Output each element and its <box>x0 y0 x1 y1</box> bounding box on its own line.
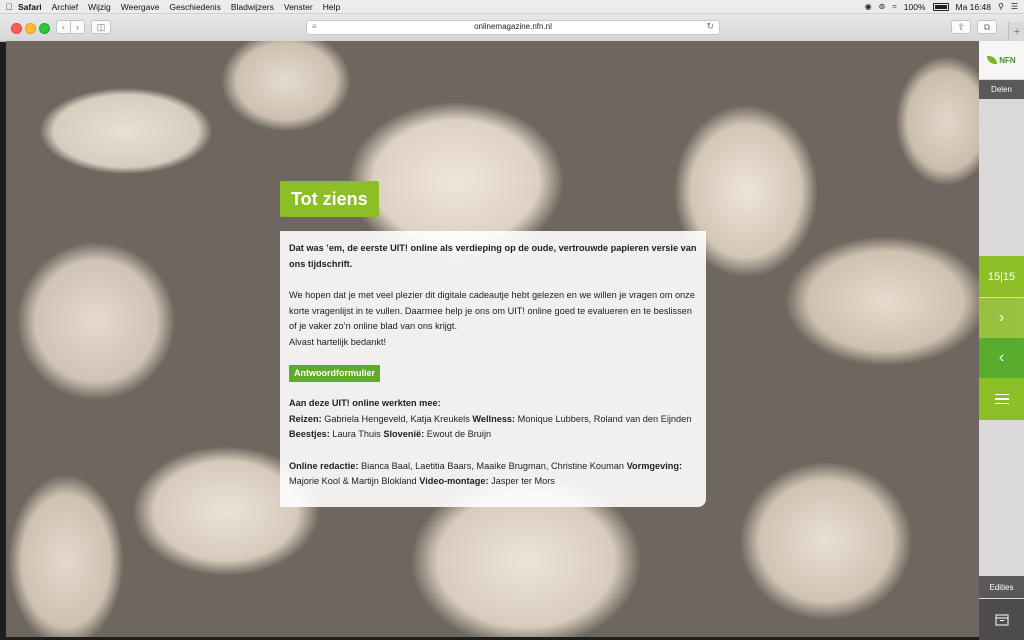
page-title: Tot ziens <box>280 181 379 217</box>
apple-menu-icon[interactable]:  <box>0 2 18 12</box>
credit-label: Online redactie: <box>289 460 359 471</box>
credit-names: Laura Thuis <box>332 429 381 439</box>
content-panel: Dat was ’em, de eerste UIT! online als v… <box>280 231 706 507</box>
chevron-left-icon: ‹ <box>62 22 65 32</box>
credits-online: Online redactie: Bianca Baal, Laetitia B… <box>289 459 697 490</box>
magazine-sidebar: NFN Delen 15|15 › ‹ Edities <box>979 41 1024 640</box>
archive-button[interactable] <box>979 599 1024 640</box>
magazine-page: Tot ziens Dat was ’em, de eerste UIT! on… <box>6 41 979 637</box>
menu-safari[interactable]: Safari <box>18 2 42 12</box>
menu-bar:  Safari Archief Wijzig Weergave Geschie… <box>0 0 1024 14</box>
wifi-icon[interactable]: ≈ <box>892 2 896 11</box>
credit-label: Vormgeving: <box>626 460 683 471</box>
show-sidebar-button[interactable]: ◫ <box>91 20 111 34</box>
back-button[interactable]: ‹ <box>56 20 71 34</box>
chevron-left-icon: ‹ <box>998 349 1005 366</box>
credits-heading: Aan deze UIT! online werkten mee: <box>289 398 441 408</box>
tabs-overview-icon: ⧉ <box>983 21 991 32</box>
chevron-right-icon: › <box>998 309 1005 326</box>
credit-label: Wellness: <box>472 413 516 424</box>
spotlight-icon[interactable]: ⚲ <box>998 2 1004 11</box>
credit-label: Reizen: <box>289 413 322 424</box>
credits-sections: Reizen: Gabriela Hengeveld, Katja Kreuke… <box>289 412 697 443</box>
leaf-icon <box>987 56 998 64</box>
hamburger-icon <box>994 393 1009 396</box>
plus-icon: + <box>1013 25 1021 38</box>
previous-page-button[interactable]: ‹ <box>979 338 1024 378</box>
archive-icon <box>995 614 1008 625</box>
credit-label: Slovenië: <box>383 429 425 439</box>
thanks-line: Alvast hartelijk bedankt! <box>289 336 387 347</box>
menu-button[interactable] <box>979 378 1024 420</box>
logo-text: NFN <box>999 55 1016 65</box>
credit-label: Beestjes: <box>289 429 330 439</box>
new-tab-button[interactable]: + <box>1008 22 1024 41</box>
reload-icon[interactable]: ↻ <box>706 21 714 32</box>
credit-names: Ewout de Bruijn <box>426 429 492 439</box>
close-window-button[interactable] <box>11 23 22 34</box>
share-icon: ⇧ <box>957 21 965 32</box>
sidebar-icon: ◫ <box>96 21 106 32</box>
editions-tab[interactable]: Edities <box>979 576 1024 598</box>
menu-archief[interactable]: Archief <box>52 2 78 12</box>
battery-percent: 100% <box>903 1 926 12</box>
url-text: onlinemagazine.nfn.nl <box>474 22 552 31</box>
next-page-button[interactable]: › <box>979 298 1024 338</box>
menubar-clock[interactable]: Ma 16:48 <box>956 2 991 12</box>
lead-paragraph: Dat was ’em, de eerste UIT! online als v… <box>289 243 697 269</box>
forward-button[interactable]: › <box>70 20 85 34</box>
menu-wijzig[interactable]: Wijzig <box>88 2 111 12</box>
chevron-right-icon: › <box>76 22 79 32</box>
notification-center-icon[interactable]: ☰ <box>1011 2 1018 11</box>
credit-names: Jasper ter Mors <box>491 476 555 486</box>
credit-names: Majorie Kool & Martijn Blokland <box>289 476 417 486</box>
fullscreen-window-button[interactable] <box>39 23 50 34</box>
menu-geschiedenis[interactable]: Geschiedenis <box>169 2 221 12</box>
bluetooth-icon[interactable]: ⊛ <box>879 2 886 11</box>
credit-label: Video-montage: <box>419 476 489 486</box>
minimize-window-button[interactable] <box>25 23 36 34</box>
creative-cloud-icon[interactable]: ◉ <box>865 2 872 11</box>
address-bar[interactable]: ≡ onlinemagazine.nfn.nl ↻ <box>306 20 720 35</box>
share-tab[interactable]: Delen <box>979 80 1024 99</box>
menu-venster[interactable]: Venster <box>284 2 313 12</box>
browser-toolbar: ‹ › ◫ ≡ onlinemagazine.nfn.nl ↻ ⇧ ⧉ <box>0 14 1024 42</box>
menu-help[interactable]: Help <box>323 2 340 12</box>
credit-names: Monique Lubbers, Roland van den Eijnden <box>517 413 692 424</box>
credit-names: Bianca Baal, Laetitia Baars, Maaike Brug… <box>361 460 625 471</box>
body-paragraph: We hopen dat je met veel plezier dit dig… <box>289 290 695 331</box>
menu-weergave[interactable]: Weergave <box>121 2 160 12</box>
page-counter: 15|15 <box>979 256 1024 297</box>
show-tabs-button[interactable]: ⧉ <box>977 20 997 34</box>
menu-bladwijzers[interactable]: Bladwijzers <box>231 2 274 12</box>
share-button[interactable]: ⇧ <box>951 20 971 34</box>
battery-icon[interactable] <box>932 2 949 11</box>
credit-names: Gabriela Hengeveld, Katja Kreukels <box>324 413 470 424</box>
nfn-logo[interactable]: NFN <box>979 41 1024 79</box>
survey-form-button[interactable]: Antwoordformulier <box>289 365 380 382</box>
